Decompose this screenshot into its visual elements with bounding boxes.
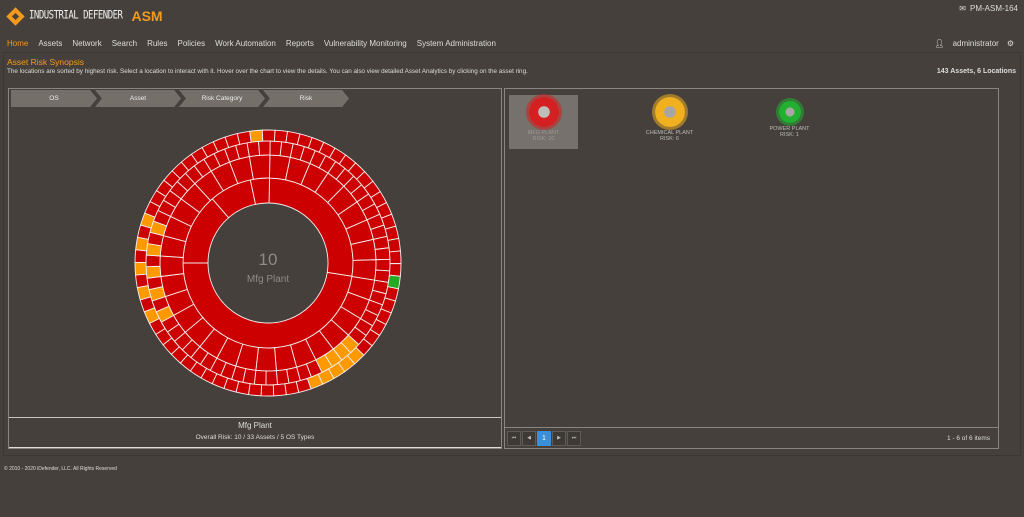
risk-ring-segment[interactable]	[136, 284, 152, 301]
brand-name: INDUSTRIAL DEFENDER	[29, 9, 123, 23]
asset-ring-segment[interactable]	[159, 255, 185, 278]
nav-work-automation[interactable]: Work Automation	[215, 39, 276, 48]
page-title: Asset Risk Synopsis	[7, 57, 84, 67]
risk-ring-segment[interactable]	[384, 225, 400, 242]
gear-icon[interactable]: ⚙	[1007, 39, 1014, 48]
pager: ⏮ ◀ 1 ▶ ⏭ 1 - 6 of 6 items	[505, 427, 998, 448]
locations-panel: MFG PLANT RISK: 10 CHEMICAL PLANT RISK: 6 PO…	[504, 88, 999, 449]
hostname: ✉ PM-ASM-164	[959, 4, 1018, 13]
risk-indicator-icon	[528, 97, 559, 127]
risk-category-ring-segment[interactable]	[275, 368, 290, 386]
user-icon: 👤︎	[934, 39, 945, 48]
center-label: Mfg Plant	[247, 274, 289, 285]
nav-network[interactable]: Network	[72, 39, 101, 48]
last-page-button[interactable]: ⏭	[567, 430, 581, 446]
nav-assets[interactable]: Assets	[38, 39, 62, 48]
risk-ring-segment[interactable]	[273, 129, 289, 143]
risk-ring-segment[interactable]	[135, 273, 149, 289]
breadcrumb: OS Asset Risk Category Risk	[11, 90, 349, 107]
location-card[interactable]: CHEMICAL PLANT RISK: 6	[635, 95, 704, 149]
location-card[interactable]: MFG PLANT RISK: 10	[509, 95, 578, 149]
location-risk: RISK: 1	[780, 132, 799, 138]
center-value: 10	[259, 250, 278, 269]
logo-diamond-icon	[6, 6, 25, 26]
asset-summary: 143 Assets, 6 Locations	[936, 68, 1016, 75]
username[interactable]: administrator	[953, 39, 999, 48]
sunburst-chart[interactable]: 10 Mfg Plant	[9, 89, 501, 419]
nav-policies[interactable]: Policies	[178, 39, 206, 48]
risk-category-ring-segment[interactable]	[258, 140, 271, 156]
risk-ring-segment[interactable]	[261, 129, 276, 142]
risk-category-ring-segment[interactable]	[374, 247, 391, 261]
crumb-os[interactable]: OS	[11, 90, 97, 107]
next-page-button[interactable]: ▶	[552, 430, 566, 446]
location-card[interactable]: POWER PLANT RISK: 1	[755, 99, 824, 153]
location-risk: RISK: 6	[660, 136, 679, 142]
asset-ring-segment[interactable]	[248, 154, 271, 180]
nav-search[interactable]: Search	[112, 39, 137, 48]
risk-ring-segment[interactable]	[247, 383, 263, 397]
nav-vulnerability-monitoring[interactable]: Vulnerability Monitoring	[324, 39, 407, 48]
risk-ring-segment[interactable]	[134, 261, 147, 276]
user-menu[interactable]: 👤︎ administrator ⚙	[934, 39, 1014, 48]
risk-ring-segment[interactable]	[388, 263, 402, 277]
page-description: The locations are sorted by highest risk…	[7, 68, 528, 75]
risk-category-ring-segment[interactable]	[246, 140, 261, 158]
risk-ring-segment[interactable]	[260, 384, 275, 397]
prev-page-button[interactable]: ◀	[522, 430, 536, 446]
location-detail: Overall Risk: 10 / 33 Assets / 5 OS Type…	[195, 434, 315, 441]
crumb-risk-category[interactable]: Risk Category	[179, 90, 265, 107]
location-risk: RISK: 10	[532, 136, 555, 142]
nav-reports[interactable]: Reports	[286, 39, 314, 48]
risk-indicator-icon	[778, 101, 801, 123]
nav-rules[interactable]: Rules	[147, 39, 167, 48]
crumb-asset[interactable]: Asset	[95, 90, 181, 107]
nav-system-administration[interactable]: System Administration	[417, 39, 496, 48]
main-nav: Home Assets Network Search Rules Policies Work…	[7, 39, 496, 48]
nav-home[interactable]: Home	[7, 39, 28, 48]
risk-ring-segment[interactable]	[236, 130, 252, 145]
risk-ring-segment[interactable]	[284, 381, 300, 396]
hostname-text: PM-ASM-164	[969, 4, 1018, 13]
risk-ring-segment[interactable]	[389, 250, 402, 265]
location-info: Mfg Plant Overall Risk: 10 / 33 Assets /…	[9, 417, 501, 448]
asset-ring-segment[interactable]	[255, 346, 277, 372]
risk-indicator-icon	[654, 97, 685, 127]
risk-category-ring-segment[interactable]	[145, 254, 161, 268]
envelope-icon: ✉	[959, 4, 966, 13]
logo[interactable]: INDUSTRIAL DEFENDER ASM	[6, 6, 163, 26]
risk-ring-segment[interactable]	[387, 237, 401, 253]
risk-ring-segment[interactable]	[249, 129, 264, 143]
copyright: © 2010 - 2020 iDefender, LLC. All Rights…	[4, 466, 117, 472]
location-name: Mfg Plant	[238, 421, 272, 430]
product-name: ASM	[131, 8, 163, 24]
risk-ring-segment[interactable]	[134, 249, 148, 263]
crumb-risk[interactable]: Risk	[263, 90, 349, 107]
page-1-button[interactable]: 1	[537, 430, 551, 446]
risk-category-ring-segment[interactable]	[375, 258, 391, 272]
sunburst-panel: 10 Mfg Plant OS Asset Risk Category Risk …	[8, 88, 502, 449]
risk-category-ring-segment[interactable]	[145, 265, 162, 279]
first-page-button[interactable]: ⏮	[507, 430, 521, 446]
risk-ring-segment[interactable]	[272, 383, 287, 397]
pager-info: 1 - 6 of 6 items	[947, 435, 990, 442]
risk-category-ring-segment[interactable]	[265, 370, 278, 386]
